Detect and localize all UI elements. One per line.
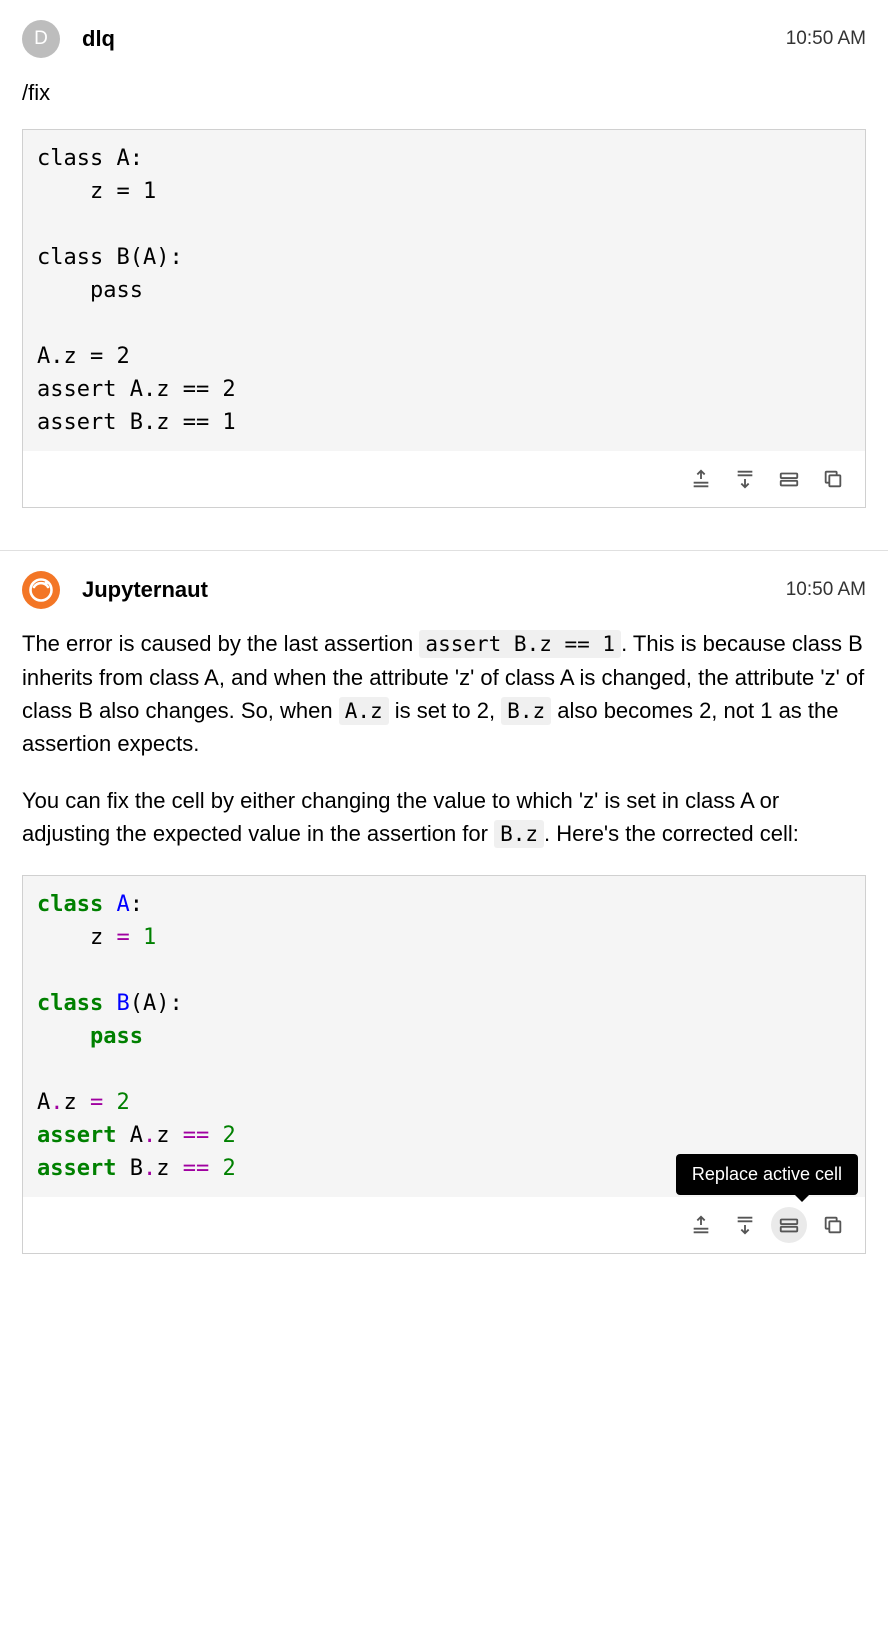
insert-below-icon bbox=[734, 468, 756, 490]
op: = bbox=[116, 925, 129, 950]
timestamp: 10:50 AM bbox=[786, 28, 866, 50]
inline-code: assert B.z == 1 bbox=[419, 630, 621, 658]
text: The error is caused by the last assertio… bbox=[22, 631, 419, 656]
ident: A bbox=[37, 1090, 50, 1115]
ident: A bbox=[130, 1123, 143, 1148]
keyword: class bbox=[37, 991, 103, 1016]
inline-code: A.z bbox=[339, 697, 389, 725]
op: . bbox=[143, 1123, 156, 1148]
code-toolbar bbox=[23, 451, 865, 507]
avatar-letter: D bbox=[34, 28, 48, 50]
replace-cell-icon bbox=[778, 468, 800, 490]
explanation-paragraph-1: The error is caused by the last assertio… bbox=[22, 627, 866, 760]
insert-below-icon bbox=[734, 1214, 756, 1236]
inline-code: B.z bbox=[494, 820, 544, 848]
insert-below-button[interactable] bbox=[727, 1207, 763, 1243]
code-block[interactable]: class A: z = 1 class B(A): pass A.z = 2 … bbox=[23, 130, 865, 451]
timestamp: 10:50 AM bbox=[786, 579, 866, 601]
copy-button[interactable] bbox=[815, 461, 851, 497]
jupyternaut-icon bbox=[27, 576, 55, 604]
op: . bbox=[143, 1156, 156, 1181]
ident: A bbox=[143, 991, 156, 1016]
classname: B bbox=[116, 991, 129, 1016]
number: 2 bbox=[222, 1123, 235, 1148]
insert-above-icon bbox=[690, 468, 712, 490]
username: dlq bbox=[82, 26, 115, 52]
insert-above-button[interactable] bbox=[683, 1207, 719, 1243]
message-header: D dlq 10:50 AM bbox=[22, 20, 866, 58]
op: . bbox=[50, 1090, 63, 1115]
code-block-wrapper: class A: z = 1 class B(A): pass A.z = 2 … bbox=[22, 129, 866, 508]
user-message: D dlq 10:50 AM /fix class A: z = 1 class… bbox=[0, 0, 888, 532]
username: Jupyternaut bbox=[82, 577, 208, 603]
insert-above-icon bbox=[690, 1214, 712, 1236]
punct: ) bbox=[156, 991, 169, 1016]
insert-above-button[interactable] bbox=[683, 461, 719, 497]
bot-message: Jupyternaut 10:50 AM The error is caused… bbox=[0, 551, 888, 1278]
message-command: /fix bbox=[22, 76, 866, 109]
keyword: class bbox=[37, 892, 103, 917]
ident: z bbox=[156, 1156, 169, 1181]
text: . Here's the corrected cell: bbox=[544, 821, 799, 846]
punct: : bbox=[130, 892, 143, 917]
replace-cell-button[interactable] bbox=[771, 1207, 807, 1243]
punct: : bbox=[169, 991, 182, 1016]
code-block-wrapper: class A: z = 1 class B(A): pass A.z = 2 … bbox=[22, 875, 866, 1254]
code-block-container: class A: z = 1 class B(A): pass A.z = 2 … bbox=[22, 875, 866, 1254]
code-block[interactable]: class A: z = 1 class B(A): pass A.z = 2 … bbox=[23, 876, 865, 1197]
explanation-paragraph-2: You can fix the cell by either changing … bbox=[22, 784, 866, 851]
copy-icon bbox=[822, 1214, 844, 1236]
number: 1 bbox=[143, 925, 156, 950]
classname: A bbox=[116, 892, 129, 917]
insert-below-button[interactable] bbox=[727, 461, 763, 497]
ident: B bbox=[130, 1156, 143, 1181]
number: 2 bbox=[222, 1156, 235, 1181]
message-header: Jupyternaut 10:50 AM bbox=[22, 571, 866, 609]
op: = bbox=[90, 1090, 103, 1115]
op: == bbox=[183, 1156, 210, 1181]
text: is set to 2, bbox=[389, 698, 502, 723]
keyword: assert bbox=[37, 1123, 116, 1148]
ident: z bbox=[156, 1123, 169, 1148]
message-body: The error is caused by the last assertio… bbox=[22, 627, 866, 851]
ident: z bbox=[90, 925, 103, 950]
keyword: pass bbox=[90, 1024, 143, 1049]
ident: z bbox=[64, 1090, 77, 1115]
copy-button[interactable] bbox=[815, 1207, 851, 1243]
bot-avatar bbox=[22, 571, 60, 609]
replace-cell-button[interactable] bbox=[771, 461, 807, 497]
copy-icon bbox=[822, 468, 844, 490]
number: 2 bbox=[117, 1090, 130, 1115]
op: == bbox=[183, 1123, 210, 1148]
tooltip: Replace active cell bbox=[676, 1154, 858, 1195]
inline-code: B.z bbox=[501, 697, 551, 725]
keyword: assert bbox=[37, 1156, 116, 1181]
replace-cell-icon bbox=[778, 1214, 800, 1236]
punct: ( bbox=[130, 991, 143, 1016]
code-toolbar bbox=[23, 1197, 865, 1253]
user-avatar: D bbox=[22, 20, 60, 58]
